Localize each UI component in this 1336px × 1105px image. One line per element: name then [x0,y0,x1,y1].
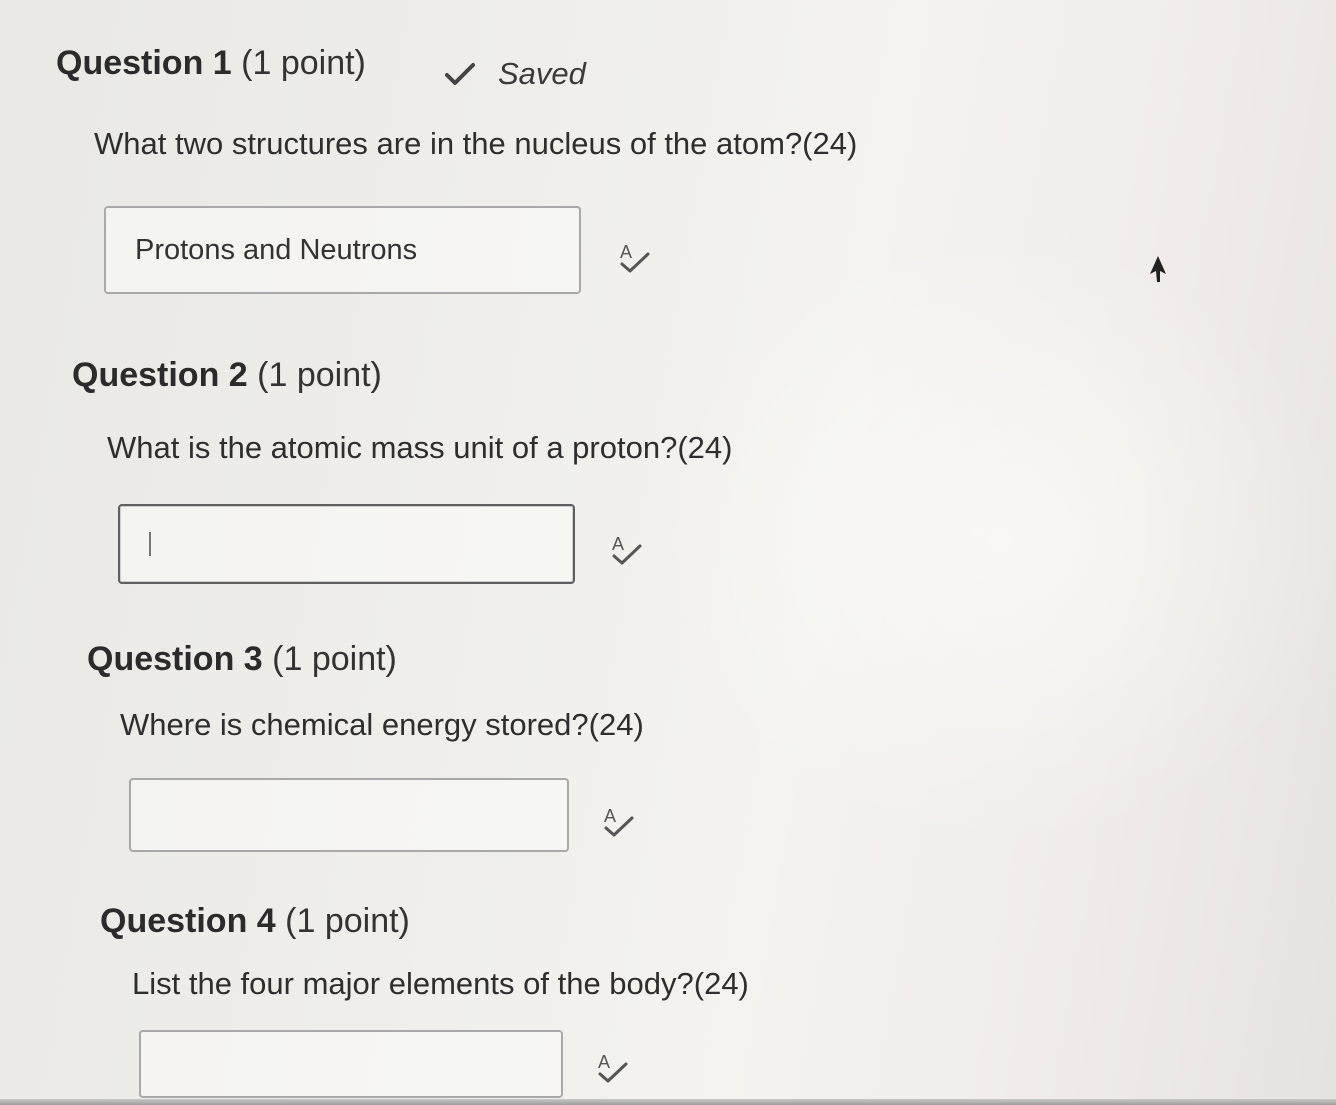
question-1-points: (1 point) [241,44,366,82]
question-1-number: Question 1 [56,44,232,82]
question-4-heading: Question 4 (1 point) [100,902,410,941]
spellcheck-icon[interactable]: A [614,240,654,280]
question-3-heading: Question 3 (1 point) [87,640,397,679]
text-caret [149,532,151,556]
svg-text:A: A [598,1052,610,1072]
question-1-answer-input[interactable]: Protons and Neutrons [104,206,581,294]
svg-text:A: A [620,242,632,262]
svg-text:A: A [612,534,624,554]
question-1-prompt: What two structures are in the nucleus o… [94,126,858,161]
question-4-answer-input[interactable] [139,1030,563,1098]
question-4-number: Question 4 [100,902,276,940]
question-2-prompt: What is the atomic mass unit of a proton… [107,430,733,465]
saved-status: Saved [444,56,586,92]
question-3-answer-input[interactable] [129,778,569,852]
screen-glare [650,230,1336,850]
spellcheck-icon[interactable]: A [598,804,638,844]
svg-text:A: A [604,806,616,826]
question-2-number: Question 2 [72,356,248,394]
spellcheck-icon[interactable]: A [592,1050,632,1090]
checkmark-icon [445,63,475,85]
question-1-answer-text: Protons and Neutrons [135,233,418,266]
mouse-pointer-icon [1150,256,1166,282]
spellcheck-icon[interactable]: A [606,532,646,572]
question-4-points: (1 point) [285,902,410,940]
screen-bottom-edge [0,1099,1336,1105]
question-3-number: Question 3 [87,640,263,678]
question-2-heading: Question 2 (1 point) [72,356,382,395]
question-3-prompt: Where is chemical energy stored?(24) [120,707,644,742]
question-1-heading: Question 1 (1 point) [56,44,366,83]
question-3-points: (1 point) [272,640,397,678]
question-4-prompt: List the four major elements of the body… [132,966,749,1001]
saved-label: Saved [498,56,586,91]
question-2-answer-input[interactable] [118,504,575,584]
question-2-points: (1 point) [257,356,382,394]
